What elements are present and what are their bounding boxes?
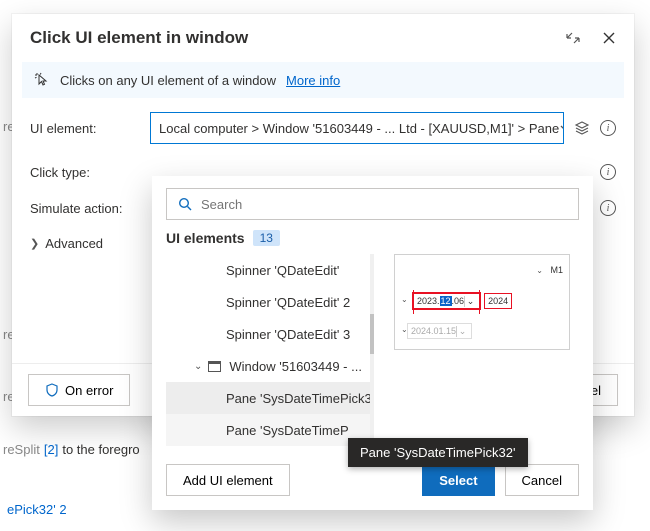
ui-elements-heading: UI elements (166, 230, 245, 246)
label-click-type: Click type: (30, 165, 150, 180)
on-error-button[interactable]: On error (28, 374, 130, 406)
tree-item-selected[interactable]: Pane 'SysDateTimePick32' (166, 382, 374, 414)
bg-link[interactable]: [2] (44, 442, 58, 457)
info-icon[interactable]: i (600, 120, 616, 136)
cancel-button[interactable]: Cancel (505, 464, 579, 496)
tree-item-label: Window '51603449 - ... (229, 359, 362, 374)
tree-item[interactable]: Spinner 'QDateEdit' (166, 254, 374, 286)
advanced-label: Advanced (45, 236, 103, 251)
info-icon[interactable]: i (600, 164, 616, 180)
preview-text: 2024.01.15 ⌄ (407, 323, 472, 339)
tree-item-window[interactable]: ⌄ Window '51603449 - ... (166, 350, 374, 382)
preview-text: .06 (452, 296, 465, 306)
info-banner: Clicks on any UI element of a window Mor… (22, 62, 624, 98)
chevron-down-icon: ⌄ (194, 361, 202, 372)
tree-item[interactable]: Pane 'SysDateTimeP (166, 414, 374, 446)
label-ui-element: UI element: (30, 121, 150, 136)
info-icon[interactable]: i (600, 200, 616, 216)
select-button[interactable]: Select (422, 464, 494, 496)
tree-item[interactable]: Spinner 'QDateEdit' 2 (166, 286, 374, 318)
preview-text: 2023. (417, 296, 440, 306)
dialog-title: Click UI element in window (30, 28, 248, 48)
search-icon (177, 196, 193, 212)
label-simulate: Simulate action: (30, 201, 150, 216)
ui-element-value: Local computer > Window '51603449 - ... … (159, 121, 559, 136)
bg-text: reSplit (3, 442, 40, 457)
calendar-icon: ⌄ (464, 296, 476, 307)
calendar-icon: ⌄ (456, 326, 468, 337)
element-tree[interactable]: Spinner 'QDateEdit' Spinner 'QDateEdit' … (166, 254, 374, 450)
more-info-link[interactable]: More info (286, 73, 340, 88)
bg-link[interactable]: ePick32' 2 (7, 502, 67, 517)
preview-text: 2024 (484, 293, 512, 309)
tree-item[interactable]: Spinner 'QDateEdit' 3 (166, 318, 374, 350)
tooltip: Pane 'SysDateTimePick32' (348, 438, 528, 467)
expand-icon[interactable] (566, 31, 580, 45)
chevron-down-icon (559, 122, 564, 134)
search-input[interactable] (201, 197, 568, 212)
preview-text: M1 (550, 265, 563, 275)
banner-text: Clicks on any UI element of a window (60, 73, 276, 88)
preview-highlight: 2023.12.06 ⌄ (413, 293, 480, 309)
add-ui-element-button[interactable]: Add UI element (166, 464, 290, 496)
cursor-click-icon (34, 72, 50, 88)
layers-icon[interactable] (574, 120, 590, 136)
chevron-down-icon: ⌄ (536, 266, 543, 275)
preview-text: 12 (440, 296, 452, 306)
close-icon[interactable] (602, 31, 616, 45)
window-icon (208, 361, 221, 372)
scrollbar-thumb[interactable] (370, 314, 374, 354)
shield-icon (45, 383, 59, 397)
on-error-label: On error (65, 383, 113, 398)
element-preview: ⌄ M1 ⌄ 2023.12.06 ⌄ 2024 ⌄ 2024.01.15 ⌄ (394, 254, 570, 350)
preview-text: 2024.01.15 (411, 326, 456, 336)
search-box[interactable] (166, 188, 579, 220)
count-badge: 13 (253, 230, 280, 246)
chevron-right-icon: ❯ (30, 237, 39, 250)
ui-element-picker[interactable]: Local computer > Window '51603449 - ... … (150, 112, 564, 144)
bg-text: to the foregro (62, 442, 139, 457)
